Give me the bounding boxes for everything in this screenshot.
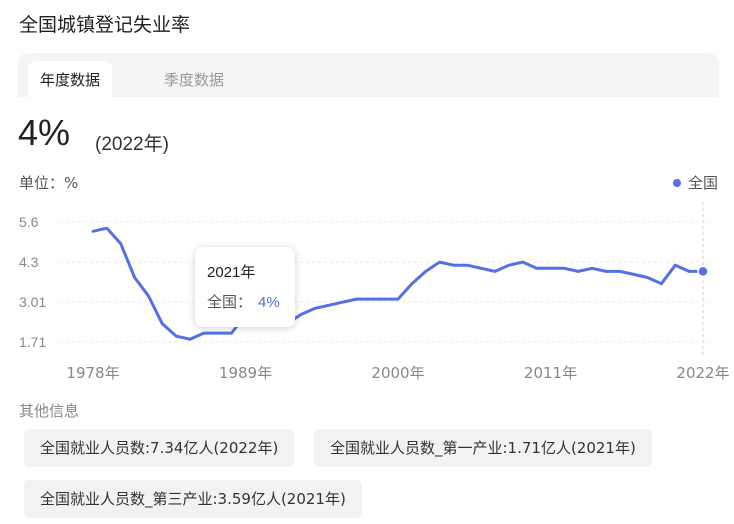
tab-annual[interactable]: 年度数据 [28, 61, 113, 97]
y-tick-label: 4.3 [19, 254, 39, 270]
chart-legend[interactable]: 全国 [672, 172, 718, 193]
x-tick-label: 2011年 [524, 364, 577, 382]
other-info-title: 其他信息 [19, 402, 80, 420]
tooltip-row: 全国： 4% [207, 291, 280, 312]
y-tick-label: 1.71 [19, 334, 46, 350]
x-tick-label: 1978年 [66, 364, 119, 382]
x-tick-label: 1989年 [219, 364, 272, 382]
info-chip-employment-tertiary[interactable]: 全国就业人员数_第三产业:3.59亿人(2021年) [24, 480, 362, 518]
tabs-bar: 年度数据 季度数据 [18, 53, 719, 97]
y-tick-label: 5.6 [19, 214, 39, 230]
legend-dot-icon [672, 178, 681, 187]
headline-year: (2022年) [95, 134, 169, 155]
x-tick-label: 2022年 [676, 364, 729, 382]
unit-label: 单位：% [19, 174, 79, 192]
legend-label: 全国 [687, 174, 718, 192]
tooltip-label: 全国： [207, 293, 253, 311]
info-chip-employment-total[interactable]: 全国就业人员数:7.34亿人(2022年) [24, 429, 295, 467]
tooltip-year: 2021年 [207, 264, 256, 281]
tooltip-value: 4% [258, 294, 280, 311]
tab-quarterly[interactable]: 季度数据 [152, 61, 236, 97]
series-line-全国 [91, 226, 705, 341]
data-point [697, 265, 709, 278]
info-chip-employment-primary[interactable]: 全国就业人员数_第一产业:1.71亿人(2021年) [314, 429, 652, 467]
headline-value: 4% [18, 112, 71, 153]
chart-tooltip: 2021年 全国： 4% [195, 247, 295, 327]
line-chart[interactable]: 5.6 4.3 3.01 1.71 1978年 1989年 2000年 2011年 2022年 [0, 200, 734, 390]
page-title: 全国城镇登记失业率 [19, 14, 191, 36]
y-tick-label: 3.01 [19, 294, 46, 310]
x-tick-label: 2000年 [371, 364, 424, 382]
